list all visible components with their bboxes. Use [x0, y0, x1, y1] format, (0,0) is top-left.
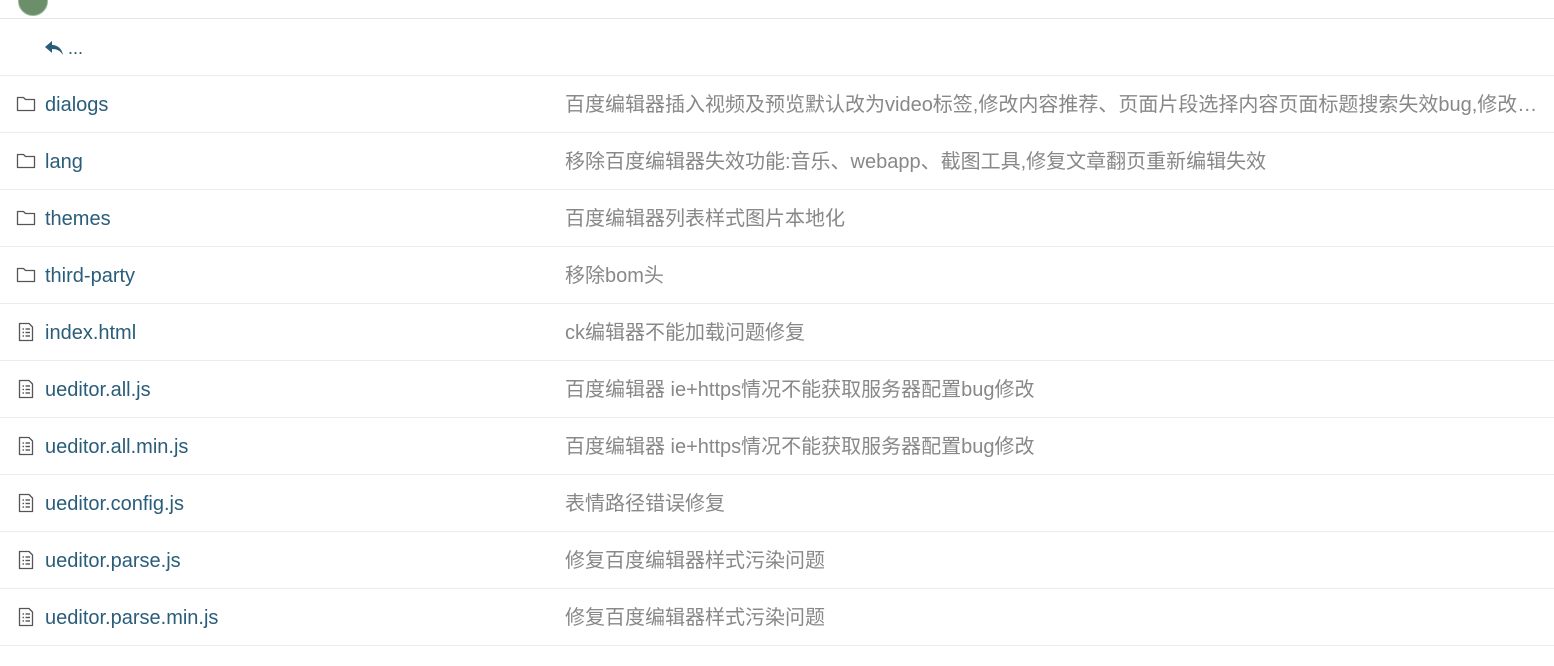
file-icon: [16, 607, 36, 627]
file-icon: [16, 322, 36, 342]
parent-directory-link[interactable]: ...: [68, 37, 83, 59]
avatar[interactable]: [18, 0, 48, 16]
commit-message-link[interactable]: 百度编辑器列表样式图片本地化: [565, 207, 1540, 231]
file-name-link[interactable]: ueditor.all.min.js: [45, 435, 188, 459]
file-name-link[interactable]: ueditor.config.js: [45, 492, 184, 516]
commit-message-link[interactable]: ck编辑器不能加载问题修复: [565, 321, 1540, 345]
parent-directory-row[interactable]: ...: [0, 19, 1554, 76]
folder-icon: [16, 151, 36, 171]
commit-message-link[interactable]: 修复百度编辑器样式污染问题: [565, 606, 1540, 630]
file-row[interactable]: index.html ck编辑器不能加载问题修复: [0, 304, 1554, 361]
top-header-bar: [0, 0, 1554, 19]
commit-message-link[interactable]: 移除bom头: [565, 264, 1540, 288]
folder-row[interactable]: third-party 移除bom头: [0, 247, 1554, 304]
commit-message-link[interactable]: 表情路径错误修复: [565, 492, 1540, 516]
folder-name-link[interactable]: themes: [45, 207, 111, 231]
folder-icon: [16, 265, 36, 285]
file-name-link[interactable]: ueditor.parse.js: [45, 549, 181, 573]
file-row[interactable]: ueditor.config.js 表情路径错误修复: [0, 475, 1554, 532]
commit-message-link[interactable]: 修复百度编辑器样式污染问题: [565, 549, 1540, 573]
file-row[interactable]: ueditor.all.js 百度编辑器 ie+https情况不能获取服务器配置b…: [0, 361, 1554, 418]
file-name-link[interactable]: ueditor.all.js: [45, 378, 151, 402]
reply-arrow-icon: [45, 41, 63, 55]
file-icon: [16, 493, 36, 513]
file-row[interactable]: ueditor.all.min.js 百度编辑器 ie+https情况不能获取服务…: [0, 418, 1554, 475]
commit-message-link[interactable]: 百度编辑器 ie+https情况不能获取服务器配置bug修改: [565, 378, 1540, 402]
folder-row[interactable]: lang 移除百度编辑器失效功能:音乐、webapp、截图工具,修复文章翻页重新编…: [0, 133, 1554, 190]
folder-icon: [16, 208, 36, 228]
file-icon: [16, 379, 36, 399]
file-name-link[interactable]: index.html: [45, 321, 136, 345]
commit-message-link[interactable]: 移除百度编辑器失效功能:音乐、webapp、截图工具,修复文章翻页重新编辑失效: [565, 150, 1540, 174]
file-row[interactable]: ueditor.parse.js 修复百度编辑器样式污染问题: [0, 532, 1554, 589]
folder-name-link[interactable]: third-party: [45, 264, 135, 288]
folder-name-link[interactable]: lang: [45, 150, 83, 174]
file-icon: [16, 436, 36, 456]
folder-row[interactable]: dialogs 百度编辑器插入视频及预览默认改为video标签,修改内容推荐、页面…: [0, 76, 1554, 133]
file-name-link[interactable]: ueditor.parse.min.js: [45, 606, 218, 630]
folder-row[interactable]: themes 百度编辑器列表样式图片本地化: [0, 190, 1554, 247]
commit-message-link[interactable]: 百度编辑器插入视频及预览默认改为video标签,修改内容推荐、页面片段选择内容页…: [565, 93, 1540, 117]
file-icon: [16, 550, 36, 570]
folder-name-link[interactable]: dialogs: [45, 93, 108, 117]
folder-icon: [16, 94, 36, 114]
commit-message-link[interactable]: 百度编辑器 ie+https情况不能获取服务器配置bug修改: [565, 435, 1540, 459]
file-row[interactable]: ueditor.parse.min.js 修复百度编辑器样式污染问题: [0, 589, 1554, 646]
